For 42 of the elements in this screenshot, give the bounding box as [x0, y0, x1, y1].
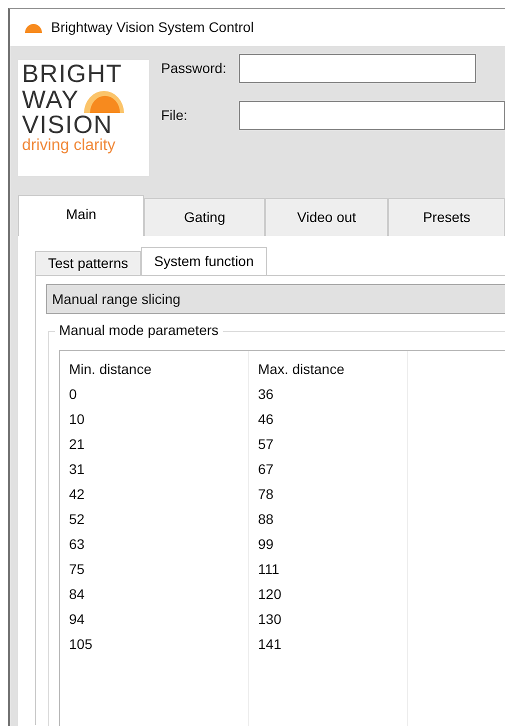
table-cell-text: 21 — [68, 435, 86, 454]
tab[interactable]: Test patterns — [35, 251, 142, 275]
table-cell-text: 31 — [68, 460, 86, 479]
column-header: Min. distance — [68, 360, 152, 379]
table-cell-text: 130 — [257, 610, 282, 629]
tab[interactable]: Gating — [144, 198, 265, 236]
table-cell-text: 67 — [257, 460, 275, 479]
table-cell-text: 0 — [68, 385, 78, 404]
table-cell-text: 105 — [68, 635, 94, 654]
logo-text: VISION — [22, 113, 113, 138]
tab[interactable]: Video out — [264, 198, 388, 236]
sun-icon — [24, 22, 43, 33]
table-cell-text: 94 — [68, 610, 86, 629]
table-cell-text: 75 — [68, 560, 86, 579]
table-cell-text: 42 — [68, 485, 86, 504]
tab[interactable]: Main — [18, 195, 144, 236]
section-title: Manual range slicing — [52, 290, 180, 309]
tab[interactable]: Presets — [388, 198, 505, 236]
table-cell-text: 99 — [257, 535, 275, 554]
group-title: Manual mode parameters — [55, 322, 223, 339]
table-cell-text: 120 — [257, 585, 282, 604]
field-label: File: — [161, 106, 188, 125]
table-cell-text: 52 — [68, 510, 86, 529]
table-cell-text: 88 — [257, 510, 275, 529]
table-cell-text: 10 — [68, 410, 86, 429]
table-cell-text: 57 — [257, 435, 275, 454]
table-cell-text: 78 — [257, 485, 275, 504]
table-cell-text: 63 — [68, 535, 86, 554]
file-field[interactable] — [239, 101, 505, 130]
table-cell-text: 36 — [257, 385, 275, 404]
table-cell-text: 84 — [68, 585, 86, 604]
tab[interactable]: System function — [141, 247, 267, 275]
logo-tagline: driving clarity — [22, 138, 116, 154]
table-cell-text: 141 — [257, 635, 282, 654]
field-label: Password: — [161, 59, 228, 78]
password-field[interactable] — [239, 54, 476, 83]
column-header: Max. distance — [257, 360, 346, 379]
window-title: Brightway Vision System Control — [51, 18, 254, 37]
logo-text: BRIGHT — [22, 62, 122, 87]
table-cell-text: 111 — [257, 560, 280, 579]
logo-text: WAY — [22, 88, 80, 113]
table-cell-text: 46 — [257, 410, 275, 429]
